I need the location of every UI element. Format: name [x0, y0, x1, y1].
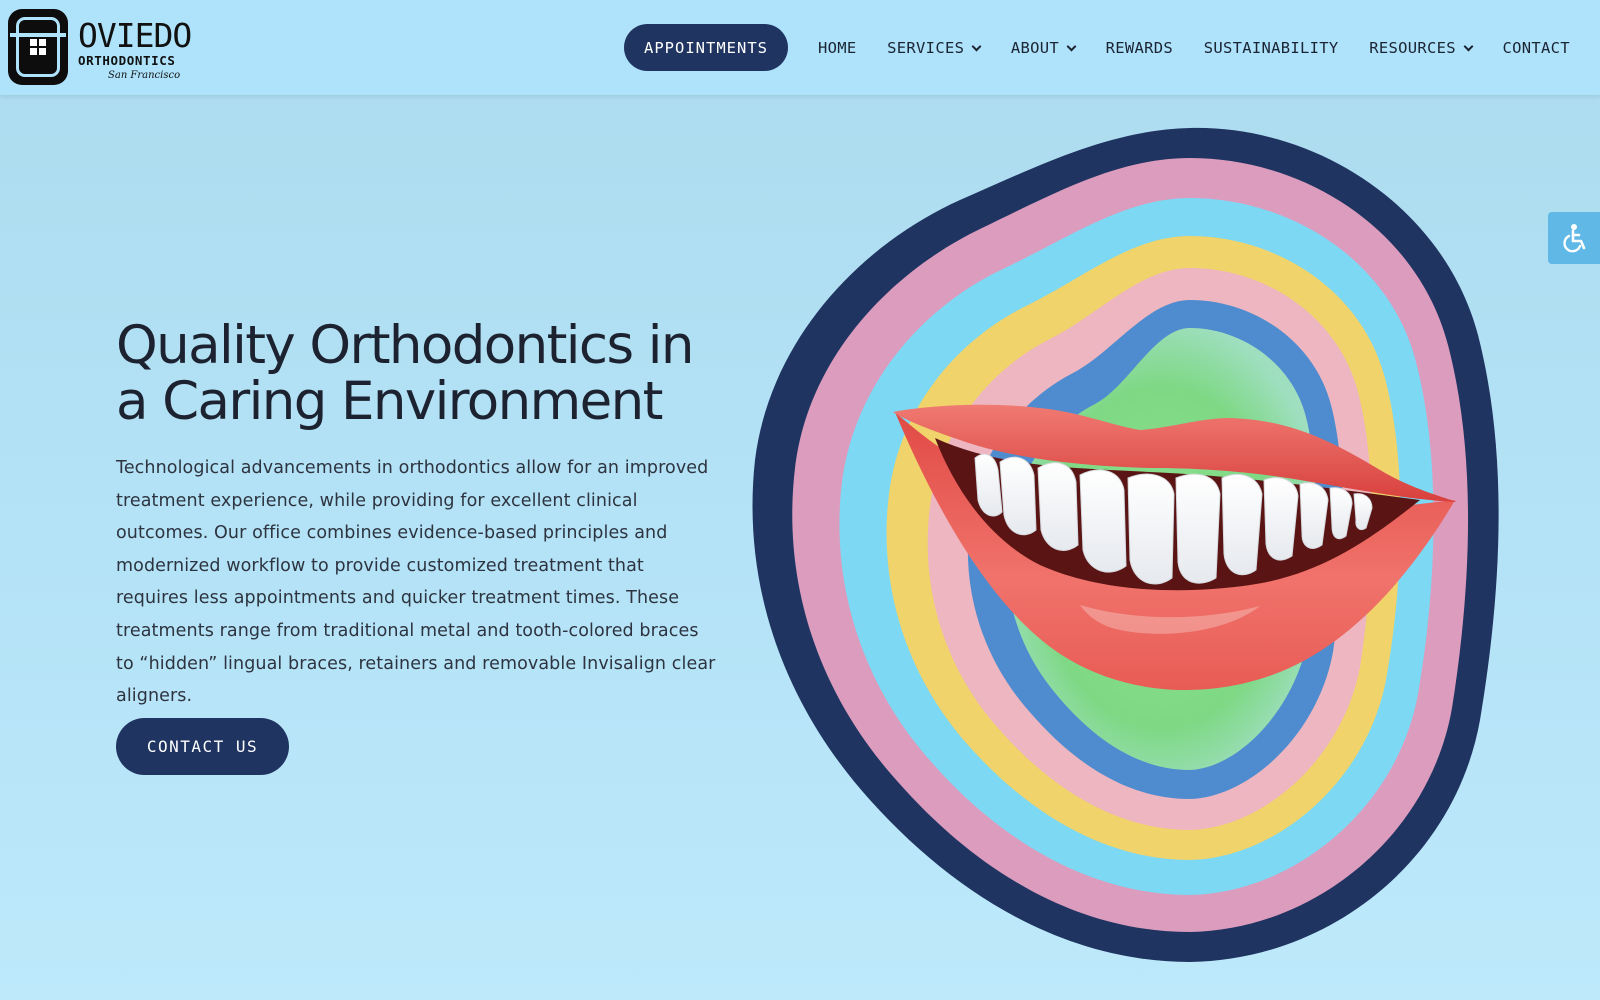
- page: OVIEDO ORTHODONTICS San Francisco APPOIN…: [0, 0, 1600, 1000]
- site-header: OVIEDO ORTHODONTICS San Francisco APPOIN…: [0, 0, 1600, 95]
- nav-item-label: RESOURCES: [1369, 39, 1456, 57]
- nav-item-sustainability[interactable]: SUSTAINABILITY: [1204, 39, 1339, 57]
- nav-item-label: CONTACT: [1502, 39, 1570, 57]
- hero-title-line-2: a Caring Environment: [116, 371, 663, 432]
- nav-item-label: SERVICES: [887, 39, 965, 57]
- chevron-down-icon: [971, 41, 982, 51]
- chevron-down-icon: [1463, 41, 1474, 51]
- wheelchair-icon: [1563, 224, 1586, 253]
- appointments-button[interactable]: APPOINTMENTS: [624, 24, 788, 71]
- nav-item-services[interactable]: SERVICES: [887, 39, 982, 57]
- contact-us-button[interactable]: CONTACT US: [116, 718, 289, 775]
- nav-item-home[interactable]: HOME: [818, 39, 857, 57]
- nav-item-rewards[interactable]: REWARDS: [1106, 39, 1173, 57]
- logo-subtitle: ORTHODONTICS: [78, 53, 176, 68]
- main-nav: HOME SERVICES ABOUT REWARDS SUSTAINABILI…: [818, 36, 1570, 60]
- nav-item-label: ABOUT: [1010, 39, 1060, 57]
- nav-item-about[interactable]: ABOUT: [1010, 39, 1077, 57]
- accessibility-button[interactable]: [1548, 212, 1600, 264]
- logo-icon: [8, 9, 68, 85]
- nav-item-label: REWARDS: [1105, 39, 1174, 57]
- nav-item-label: SUSTAINABILITY: [1203, 39, 1339, 57]
- smile-illustration: [752, 127, 1499, 963]
- hero-title-line-1: Quality Orthodontics in: [116, 315, 694, 376]
- nav-item-contact[interactable]: CONTACT: [1503, 39, 1570, 57]
- logo[interactable]: OVIEDO ORTHODONTICS San Francisco: [8, 9, 208, 87]
- hero-description: Technological advancements in orthodonti…: [116, 458, 716, 707]
- nav-item-label: HOME: [818, 39, 857, 57]
- logo-city: San Francisco: [108, 70, 181, 81]
- nav-item-resources[interactable]: RESOURCES: [1369, 39, 1474, 57]
- logo-name: OVIEDO: [78, 16, 192, 55]
- hero-title: Quality Orthodontics in a Caring Environ…: [116, 318, 756, 430]
- chevron-down-icon: [1066, 41, 1077, 51]
